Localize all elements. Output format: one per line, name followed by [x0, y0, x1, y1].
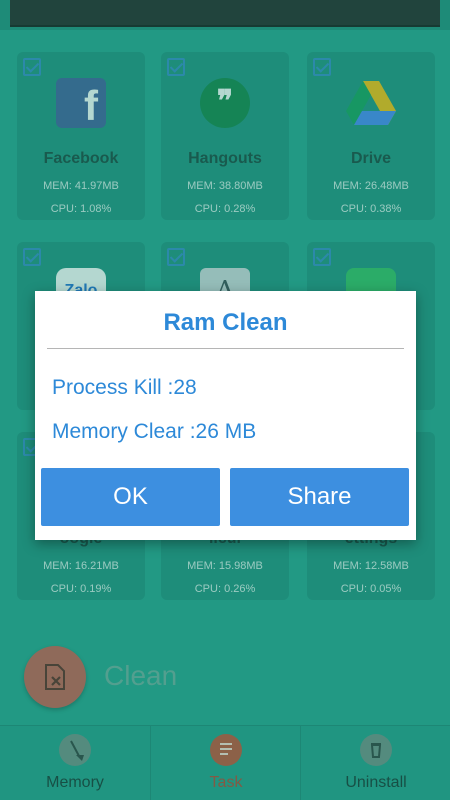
process-kill-text: Process Kill :28	[52, 376, 197, 399]
ok-button[interactable]: OK	[41, 468, 220, 526]
share-button[interactable]: Share	[230, 468, 409, 526]
ram-clean-dialog: Ram Clean Process Kill :28 Memory Clear …	[35, 291, 416, 540]
dialog-divider	[47, 348, 404, 349]
memory-clear-text: Memory Clear :26 MB	[52, 420, 257, 443]
dialog-title: Ram Clean	[163, 309, 288, 336]
